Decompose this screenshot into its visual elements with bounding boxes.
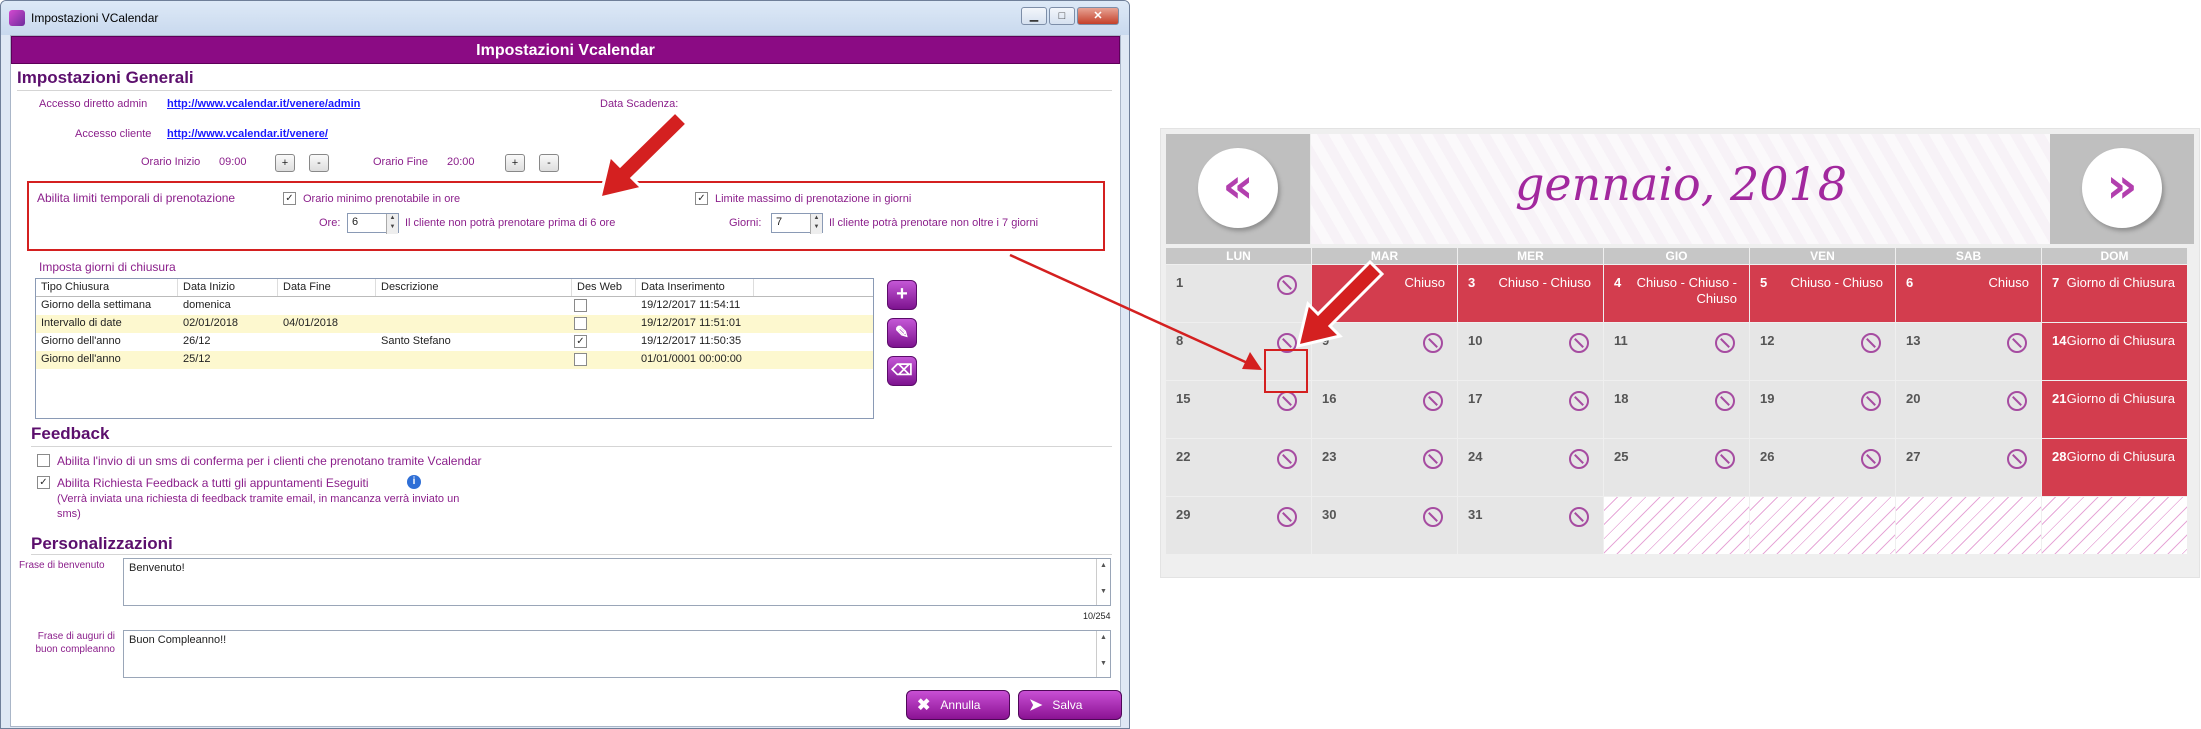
highlighted-day-box <box>1264 349 1308 393</box>
connector-arrow <box>1009 253 1385 370</box>
